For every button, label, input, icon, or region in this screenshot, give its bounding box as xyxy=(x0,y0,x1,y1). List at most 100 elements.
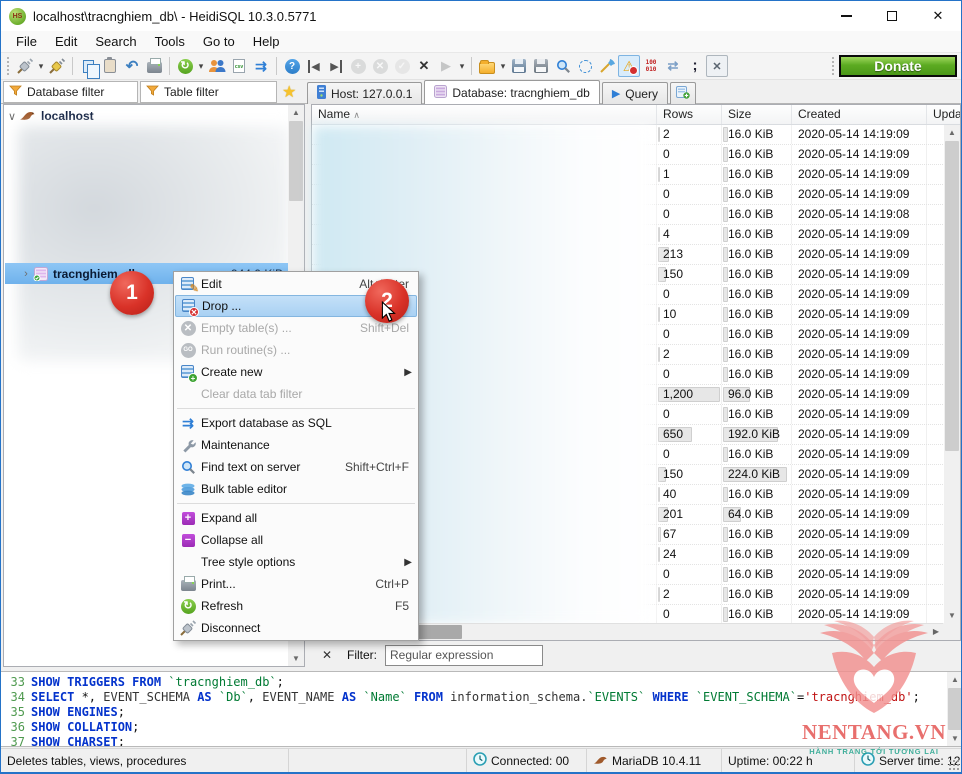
data-flow-arrows-icon[interactable]: ⇉ xyxy=(250,55,272,77)
cell-updated xyxy=(927,565,943,584)
new-connection-plug-icon[interactable] xyxy=(46,55,68,77)
run-query-icon[interactable]: ▶ xyxy=(435,55,457,77)
record-delete-icon[interactable]: ✕ xyxy=(369,55,391,77)
print-icon[interactable] xyxy=(143,55,165,77)
context-menu-item-refresh[interactable]: ↻ Refresh F5 xyxy=(175,595,417,617)
record-post-icon[interactable]: ✓ xyxy=(391,55,413,77)
undo-icon[interactable]: ↶ xyxy=(121,55,143,77)
cell-size: 224.0 KiB xyxy=(722,465,792,484)
find-again-icon[interactable] xyxy=(574,55,596,77)
scroll-down-icon[interactable]: ▼ xyxy=(944,608,960,623)
find-icon xyxy=(175,460,201,475)
nav-first-icon[interactable]: ◀ xyxy=(303,55,325,77)
grid-filter-bar: ✕ Filter: xyxy=(311,643,961,667)
dropdown-caret-icon[interactable]: ▾ xyxy=(36,61,46,72)
sql-scrollbar[interactable]: ▲ ▼ xyxy=(947,672,962,746)
mariadb-seal-icon xyxy=(593,754,608,768)
delimiter-semicolon-icon[interactable]: ; xyxy=(684,55,706,77)
column-header-size[interactable]: Size xyxy=(722,105,792,124)
record-add-icon[interactable]: + xyxy=(347,55,369,77)
grid-vertical-scrollbar[interactable]: ▲ ▼ xyxy=(944,125,960,623)
plug-icon xyxy=(175,619,201,637)
stop-on-errors-icon[interactable]: ⚠ xyxy=(618,55,640,77)
sql-log-panel[interactable]: 33SHOW TRIGGERS FROM `tracnghiem_db`;34S… xyxy=(1,671,962,747)
disconnect-plug-icon[interactable] xyxy=(14,55,36,77)
scroll-up-icon[interactable]: ▲ xyxy=(288,105,304,120)
cell-updated xyxy=(927,605,943,624)
tab-host[interactable]: Host: 127.0.0.1 xyxy=(307,82,422,104)
context-menu-item-export-database-as-sql[interactable]: ⇉ Export database as SQL xyxy=(175,412,417,434)
scroll-up-icon[interactable]: ▲ xyxy=(944,125,960,140)
binary-view-icon[interactable]: 100010 xyxy=(640,55,662,77)
paste-icon[interactable] xyxy=(99,55,121,77)
chevron-down-icon[interactable]: ∨ xyxy=(5,110,19,123)
menu-help[interactable]: Help xyxy=(244,31,289,52)
tab-query[interactable]: ▶ Query xyxy=(602,82,668,104)
menu-file[interactable]: File xyxy=(7,31,46,52)
chevron-right-icon[interactable]: › xyxy=(19,268,33,280)
copy-icon[interactable] xyxy=(77,55,99,77)
menu-go-to[interactable]: Go to xyxy=(194,31,244,52)
cell-size: 16.0 KiB xyxy=(722,525,792,544)
column-header-rows[interactable]: Rows xyxy=(657,105,722,124)
maximize-button[interactable] xyxy=(869,1,915,31)
filter-label: Filter: xyxy=(347,648,377,662)
open-sql-folder-icon[interactable] xyxy=(476,55,498,77)
tree-node-localhost[interactable]: ∨ localhost xyxy=(5,106,94,126)
help-icon[interactable]: ? xyxy=(281,55,303,77)
scroll-up-icon[interactable]: ▲ xyxy=(947,672,962,687)
resize-grip[interactable] xyxy=(948,759,960,771)
close-filter-icon[interactable]: ✕ xyxy=(319,648,335,662)
cell-updated xyxy=(927,365,943,384)
dropdown-caret-icon[interactable]: ▾ xyxy=(498,61,508,72)
save-snippet-icon[interactable] xyxy=(530,55,552,77)
table-filter-input[interactable]: Table filter xyxy=(140,81,277,103)
cell-size: 16.0 KiB xyxy=(722,265,792,284)
context-menu-item-run-routine-s[interactable]: GO Run routine(s) ... xyxy=(175,339,417,361)
session-manager-users-icon[interactable] xyxy=(206,55,228,77)
new-query-tab-button[interactable] xyxy=(670,82,696,104)
save-sql-icon[interactable] xyxy=(508,55,530,77)
find-text-icon[interactable] xyxy=(552,55,574,77)
export-csv-icon[interactable]: csv xyxy=(228,55,250,77)
close-tab-x-icon[interactable]: ✕ xyxy=(706,55,728,77)
database-filter-text: Database filter xyxy=(27,85,104,99)
context-menu-item-collapse-all[interactable]: − Collapse all xyxy=(175,529,417,551)
table-drop-icon: ✕ xyxy=(176,298,202,314)
dropdown-caret-icon[interactable]: ▾ xyxy=(457,61,467,72)
minimize-button[interactable] xyxy=(823,1,869,31)
tab-database[interactable]: Database: tracnghiem_db xyxy=(424,80,599,104)
scroll-right-icon[interactable]: ▶ xyxy=(929,624,943,640)
donate-button[interactable]: Donate xyxy=(839,55,957,77)
database-filter-input[interactable]: Database filter xyxy=(3,81,138,103)
filter-regex-input[interactable] xyxy=(385,645,543,666)
context-menu-item-clear-data-tab-filter[interactable]: Clear data tab filter xyxy=(175,383,417,405)
context-menu-item-create-new[interactable]: + Create new ▶ xyxy=(175,361,417,383)
context-menu-item-disconnect[interactable]: Disconnect xyxy=(175,617,417,639)
context-menu-item-tree-style-options[interactable]: Tree style options ▶ xyxy=(175,551,417,573)
cell-rows: 0 xyxy=(657,325,722,344)
status-hint: Deletes tables, views, procedures xyxy=(1,749,289,772)
context-menu-item-find-text-on-server[interactable]: Find text on server Shift+Ctrl+F xyxy=(175,456,417,478)
nav-last-icon[interactable]: ▶ xyxy=(325,55,347,77)
menu-edit[interactable]: Edit xyxy=(46,31,86,52)
scroll-down-icon[interactable]: ▼ xyxy=(288,651,304,666)
column-header-update[interactable]: Update xyxy=(927,105,960,124)
record-cancel-icon[interactable]: ✕ xyxy=(413,55,435,77)
column-header-name[interactable]: Name ∧ xyxy=(312,105,657,124)
context-menu-item-expand-all[interactable]: + Expand all xyxy=(175,507,417,529)
refresh-icon[interactable]: ↻ xyxy=(174,55,196,77)
favorites-star-icon[interactable]: ★ xyxy=(282,82,296,102)
context-menu-item-print[interactable]: Print... Ctrl+P xyxy=(175,573,417,595)
close-button[interactable]: ✕ xyxy=(915,1,961,31)
cleanup-broom-icon[interactable] xyxy=(596,55,618,77)
menu-search[interactable]: Search xyxy=(86,31,145,52)
column-header-created[interactable]: Created xyxy=(792,105,927,124)
context-menu-item-maintenance[interactable]: Maintenance xyxy=(175,434,417,456)
menu-tools[interactable]: Tools xyxy=(146,31,194,52)
reformat-arrows-icon[interactable]: ⇄ xyxy=(662,55,684,77)
context-menu-item-bulk-table-editor[interactable]: Bulk table editor xyxy=(175,478,417,500)
scroll-down-icon[interactable]: ▼ xyxy=(947,731,962,746)
menu-separator xyxy=(177,503,415,504)
dropdown-caret-icon[interactable]: ▾ xyxy=(196,61,206,72)
